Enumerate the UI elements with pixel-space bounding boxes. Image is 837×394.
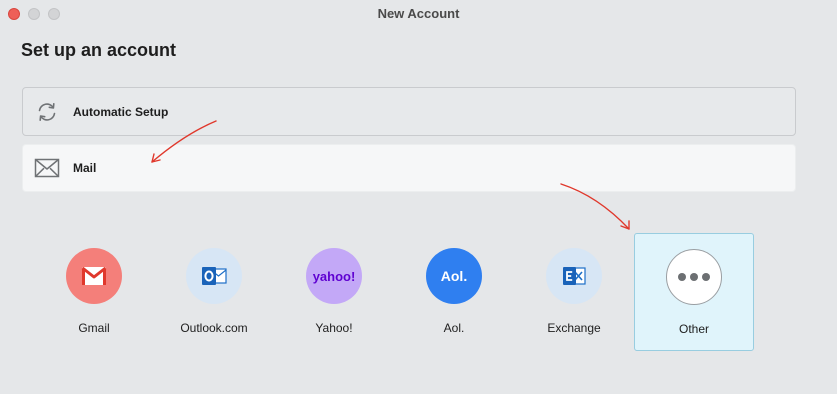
provider-label: Outlook.com: [180, 321, 248, 335]
provider-other[interactable]: Other: [634, 233, 754, 351]
provider-label: Other: [678, 322, 709, 336]
envelope-icon: [33, 154, 61, 182]
provider-label: Aol.: [443, 321, 465, 335]
title-bar: New Account: [0, 0, 837, 28]
automatic-setup-option[interactable]: Automatic Setup: [22, 87, 796, 136]
aol-logo-text: Aol.: [440, 268, 468, 284]
yahoo-logo-text: yahoo!: [312, 268, 356, 284]
yahoo-icon: yahoo!: [306, 248, 362, 304]
provider-gmail[interactable]: Gmail: [34, 233, 154, 351]
mail-option[interactable]: Mail: [22, 144, 796, 192]
page-title: Set up an account: [21, 40, 177, 60]
provider-aol[interactable]: Aol. Aol.: [394, 233, 514, 351]
gmail-icon: [66, 248, 122, 304]
provider-yahoo[interactable]: yahoo! Yahoo!: [274, 233, 394, 351]
automatic-setup-label: Automatic Setup: [73, 104, 169, 119]
new-account-window: New Account Set up an account Automatic …: [0, 0, 837, 394]
provider-label: Gmail: [78, 321, 110, 335]
sync-icon: [33, 98, 61, 126]
window-title: New Account: [377, 6, 460, 21]
mail-label: Mail: [73, 161, 97, 175]
exchange-icon: [546, 248, 602, 304]
provider-label: Exchange: [547, 321, 601, 335]
aol-icon: Aol.: [426, 248, 482, 304]
more-icon: [666, 249, 722, 305]
provider-label: Yahoo!: [315, 321, 353, 335]
provider-outlook[interactable]: Outlook.com: [154, 233, 274, 351]
outlook-icon: [186, 248, 242, 304]
provider-exchange[interactable]: Exchange: [514, 233, 634, 351]
